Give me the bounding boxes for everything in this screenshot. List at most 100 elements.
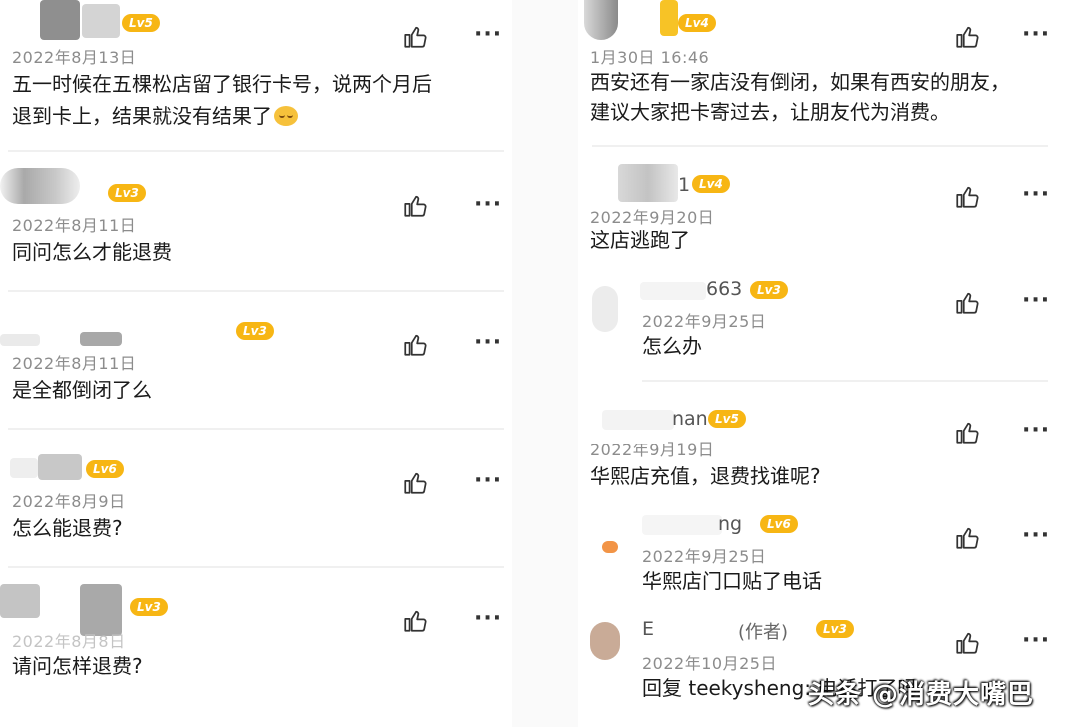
right-comment-column: Lv4 1月30日 16:46 西安还有一家店没有倒闭，如果有西安的朋友， 建议… xyxy=(578,0,1080,727)
comment-user[interactable]: Lv3 xyxy=(0,300,360,346)
level-badge: Lv6 xyxy=(86,460,124,478)
divider xyxy=(8,428,504,430)
avatar[interactable] xyxy=(584,0,618,40)
username-redacted xyxy=(82,4,120,38)
comment-date: 2022年9月25日 xyxy=(642,547,767,566)
more-dots-icon[interactable]: ··· xyxy=(1022,525,1050,547)
avatar[interactable] xyxy=(0,334,40,346)
avatar[interactable] xyxy=(0,168,80,204)
more-dots-icon[interactable]: ··· xyxy=(474,24,502,46)
thumbs-up-icon[interactable] xyxy=(402,608,428,634)
comment-text-line: 怎么能退费? xyxy=(12,516,123,540)
divider xyxy=(592,145,1048,147)
comment-item: 1 Lv4 2022年9月20日 这店逃跑了 ··· xyxy=(578,160,1080,270)
username-redacted xyxy=(38,454,82,480)
avatar[interactable] xyxy=(602,541,618,553)
username[interactable]: ng xyxy=(718,513,742,535)
comment-user[interactable]: nan Lv5 xyxy=(578,400,938,440)
comment-text-line: 五一时候在五棵松店留了银行卡号，说两个月后 xyxy=(12,72,432,96)
more-dots-icon[interactable]: ··· xyxy=(474,194,502,216)
more-dots-icon[interactable]: ··· xyxy=(1022,184,1050,206)
level-badge: Lv3 xyxy=(108,184,146,202)
divider xyxy=(8,566,504,568)
more-dots-icon[interactable]: ··· xyxy=(474,332,502,354)
comment-text-line: 怎么办 xyxy=(642,334,702,358)
divider xyxy=(642,380,1048,382)
comment-item: Lv3 2022年8月8日 请问怎样退费? ··· xyxy=(0,576,512,726)
username[interactable]: E xyxy=(642,618,654,640)
username-redacted xyxy=(660,0,678,36)
level-badge: Lv6 xyxy=(760,515,798,533)
watermark: 头条 @消费大嘴巴 xyxy=(808,680,1035,710)
comment-user[interactable]: Lv5 xyxy=(0,0,360,40)
thumbs-up-icon[interactable] xyxy=(954,630,980,656)
comment-user[interactable]: E (作者) Lv3 xyxy=(578,612,938,660)
username[interactable]: nan xyxy=(672,408,708,430)
comment-user[interactable]: ng Lv6 xyxy=(578,505,938,553)
comment-user[interactable]: 663 Lv3 xyxy=(578,270,938,332)
username-redacted xyxy=(80,332,122,346)
thumbs-up-icon[interactable] xyxy=(402,193,428,219)
thumbs-up-icon[interactable] xyxy=(954,525,980,551)
comment-user[interactable]: 1 Lv4 xyxy=(578,160,938,202)
comment-date: 2022年8月11日 xyxy=(12,216,137,235)
thumbs-up-icon[interactable] xyxy=(954,184,980,210)
thumbs-up-icon[interactable] xyxy=(954,290,980,316)
level-badge: Lv3 xyxy=(130,598,168,616)
thumbs-up-icon[interactable] xyxy=(402,24,428,50)
comment-item: Lv3 2022年8月11日 是全都倒闭了么 ··· xyxy=(0,300,512,428)
avatar[interactable] xyxy=(10,458,38,478)
reply-item: 663 Lv3 2022年9月25日 怎么办 ··· xyxy=(578,270,1080,375)
more-dots-icon[interactable]: ··· xyxy=(474,608,502,630)
thumbs-up-icon[interactable] xyxy=(954,420,980,446)
comment-text-line-2: 退到卡上，结果就没有结果了 xyxy=(12,100,298,132)
left-comment-column: Lv5 2022年8月13日 五一时候在五棵松店留了银行卡号，说两个月后 退到卡… xyxy=(0,0,512,727)
comment-user[interactable]: Lv4 xyxy=(578,0,938,40)
comment-text-line: 请问怎样退费? xyxy=(12,654,143,678)
comment-date: 2022年10月25日 xyxy=(642,654,777,673)
avatar[interactable] xyxy=(40,0,80,40)
more-dots-icon[interactable]: ··· xyxy=(1022,290,1050,312)
comment-text-line: 同问怎么才能退费 xyxy=(12,240,172,264)
level-badge: Lv3 xyxy=(750,281,788,299)
comment-text-line: 这店逃跑了 xyxy=(590,228,690,252)
comment-text-line: 是全都倒闭了么 xyxy=(12,378,152,402)
comment-text-line: 华熙店门口贴了电话 xyxy=(642,569,822,593)
column-gutter xyxy=(512,0,578,727)
username[interactable]: 663 xyxy=(706,278,742,300)
divider xyxy=(8,150,504,152)
comment-date: 2022年8月8日 xyxy=(12,632,126,651)
avatar[interactable] xyxy=(0,584,40,618)
divider xyxy=(8,290,504,292)
more-dots-icon[interactable]: ··· xyxy=(1022,24,1050,46)
thumbs-up-icon[interactable] xyxy=(954,24,980,50)
comment-item: nan Lv5 2022年9月19日 华熙店充值，退费找谁呢? ··· xyxy=(578,400,1080,500)
comment-date: 2022年8月9日 xyxy=(12,492,126,511)
comment-item: Lv5 2022年8月13日 五一时候在五棵松店留了银行卡号，说两个月后 退到卡… xyxy=(0,0,512,150)
comment-text-line: 西安还有一家店没有倒闭，如果有西安的朋友， xyxy=(590,70,1010,94)
avatar[interactable] xyxy=(618,164,678,202)
level-badge: Lv3 xyxy=(816,620,854,638)
comment-user[interactable]: Lv6 xyxy=(0,440,360,480)
avatar[interactable] xyxy=(590,622,620,660)
smudge xyxy=(588,436,668,444)
thumbs-up-icon[interactable] xyxy=(402,470,428,496)
comment-date: 2022年9月25日 xyxy=(642,312,767,331)
level-badge: Lv5 xyxy=(708,410,746,428)
comment-date: 1月30日 16:46 xyxy=(590,48,710,67)
level-badge: Lv3 xyxy=(236,322,274,340)
thumbs-up-icon[interactable] xyxy=(402,332,428,358)
comment-text-line-2: 建议大家把卡寄过去，让朋友代为消费。 xyxy=(590,100,950,124)
comment-user[interactable]: Lv3 xyxy=(0,576,360,636)
sad-face-emoji-icon xyxy=(274,106,298,126)
comment-item: Lv6 2022年8月9日 怎么能退费? ··· xyxy=(0,440,512,566)
username-redacted xyxy=(602,410,674,430)
more-dots-icon[interactable]: ··· xyxy=(1022,630,1050,652)
username[interactable]: 1 xyxy=(678,174,690,196)
more-dots-icon[interactable]: ··· xyxy=(1022,420,1050,442)
avatar[interactable] xyxy=(592,286,618,332)
level-badge: Lv4 xyxy=(692,175,730,193)
more-dots-icon[interactable]: ··· xyxy=(474,470,502,492)
comment-user[interactable]: Lv3 xyxy=(0,160,360,204)
comment-date: 2022年8月13日 xyxy=(12,48,137,67)
